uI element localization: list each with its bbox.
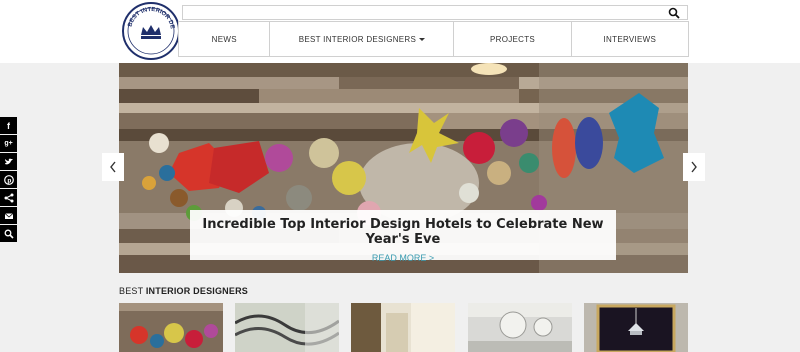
thumbnail-card[interactable] bbox=[235, 303, 339, 352]
section-heading: BEST INTERIOR DESIGNERS bbox=[119, 286, 248, 296]
twitter-icon[interactable] bbox=[0, 153, 17, 170]
svg-text:p: p bbox=[7, 177, 11, 184]
chevron-right-icon bbox=[691, 161, 697, 173]
designer-thumbnails bbox=[119, 303, 688, 352]
nav-item-best-interior-designers[interactable]: BEST INTERIOR DESIGNERS bbox=[270, 22, 455, 56]
nav-item-interviews[interactable]: INTERVIEWS bbox=[572, 22, 688, 56]
header: BEST INTERIOR DESIGNERS NEWS BEST INTERI… bbox=[0, 0, 800, 63]
slider-next-button[interactable] bbox=[683, 153, 705, 181]
pinterest-icon[interactable]: p bbox=[0, 171, 17, 188]
site-logo[interactable]: BEST INTERIOR DESIGNERS bbox=[119, 1, 183, 61]
hero-title[interactable]: Incredible Top Interior Design Hotels to… bbox=[190, 217, 616, 247]
thumbnail-card[interactable] bbox=[584, 303, 688, 352]
thumbnail-card[interactable] bbox=[351, 303, 455, 352]
thumbnail-image bbox=[468, 303, 572, 352]
thumbnail-image bbox=[119, 303, 223, 352]
main-nav: NEWS BEST INTERIOR DESIGNERS PROJECTS IN… bbox=[178, 21, 689, 57]
chevron-left-icon bbox=[110, 161, 116, 173]
share-icon[interactable] bbox=[0, 189, 17, 206]
search-icon[interactable] bbox=[0, 225, 17, 242]
thumbnail-card[interactable] bbox=[468, 303, 572, 352]
caret-down-icon bbox=[419, 37, 426, 41]
facebook-icon[interactable]: f bbox=[0, 117, 17, 134]
thumbnail-image bbox=[235, 303, 339, 352]
thumbnail-image bbox=[584, 303, 688, 352]
google-plus-icon[interactable]: g+ bbox=[0, 135, 17, 152]
nav-item-label: PROJECTS bbox=[490, 34, 536, 44]
section-heading-title: INTERIOR DESIGNERS bbox=[145, 286, 248, 296]
nav-item-label: NEWS bbox=[211, 34, 237, 44]
nav-item-label: BEST INTERIOR DESIGNERS bbox=[298, 34, 417, 44]
thumbnail-card[interactable] bbox=[119, 303, 223, 352]
nav-item-projects[interactable]: PROJECTS bbox=[454, 22, 572, 56]
nav-item-news[interactable]: NEWS bbox=[179, 22, 271, 56]
read-more-link[interactable]: READ MORE > bbox=[190, 253, 616, 263]
section-heading-prefix: BEST bbox=[119, 286, 144, 296]
social-share-bar: f g+ p bbox=[0, 117, 17, 243]
search-input[interactable] bbox=[182, 5, 688, 20]
nav-item-label: INTERVIEWS bbox=[603, 34, 657, 44]
thumbnail-image bbox=[351, 303, 455, 352]
email-icon[interactable] bbox=[0, 207, 17, 224]
search-icon[interactable] bbox=[668, 7, 680, 19]
slider-prev-button[interactable] bbox=[102, 153, 124, 181]
hero-caption: Incredible Top Interior Design Hotels to… bbox=[190, 210, 616, 263]
